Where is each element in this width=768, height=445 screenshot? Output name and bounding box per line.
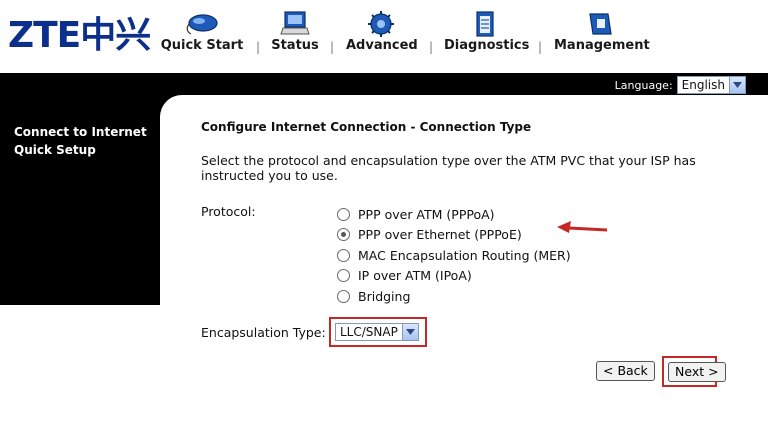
radio-label: PPP over ATM (PPPoA) [358,206,495,222]
protocol-option-pppoa[interactable]: PPP over ATM (PPPoA) [337,204,571,225]
gear-icon [368,11,394,37]
nav-label: Diagnostics [444,38,530,53]
arrow-left-icon [557,221,608,233]
folder-icon [589,13,612,35]
protocol-radio-group: PPP over ATM (PPPoA) PPP over Ethernet (… [337,204,571,307]
radio-label: Bridging [358,288,411,304]
nav-label: Advanced [346,38,418,53]
protocol-option-pppoe[interactable]: PPP over Ethernet (PPPoE) [337,225,571,246]
nav-separator: | [330,40,335,54]
mouse-icon [186,14,218,35]
protocol-option-ipoa[interactable]: IP over ATM (IPoA) [337,266,571,287]
header: ZTE中兴 Quick Start | Status | Advanced | … [0,0,768,73]
radio-button[interactable] [337,248,350,262]
nav-separator: | [256,40,261,54]
radio-button[interactable] [337,289,350,303]
protocol-option-mer[interactable]: MAC Encapsulation Routing (MER) [337,245,571,266]
radio-label: MAC Encapsulation Routing (MER) [358,247,571,263]
language-selector: Language: English [615,76,746,94]
radio-button[interactable] [337,269,350,283]
radio-label: PPP over Ethernet (PPPoE) [358,227,522,243]
encapsulation-select[interactable]: LLC/SNAP [335,323,419,341]
zte-logo: ZTE中兴 [8,15,151,56]
radio-button-selected[interactable] [337,228,350,242]
clipboard-icon [476,11,494,37]
nav-separator: | [429,40,434,54]
chevron-down-icon[interactable] [729,77,745,93]
chevron-down-icon[interactable] [401,324,418,340]
encapsulation-label: Encapsulation Type: [201,325,326,340]
nav-management[interactable]: Management [554,8,650,68]
nav-advanced[interactable]: Advanced [346,8,418,68]
nav-label: Management [554,38,650,53]
radio-button[interactable] [337,207,350,221]
nav-label: Status [271,38,319,53]
nav-diagnostics[interactable]: Diagnostics [444,8,530,68]
page-description: Select the protocol and encapsulation ty… [201,153,696,183]
language-select[interactable]: English [676,76,746,94]
language-value: English [681,78,725,92]
language-label: Language: [614,78,673,92]
nav-label: Quick Start [160,38,244,53]
radio-label: IP over ATM (IPoA) [358,268,472,284]
back-button[interactable]: < Back [596,361,655,381]
next-button[interactable]: Next > [668,362,726,382]
nav-status[interactable]: Status [270,8,320,68]
encapsulation-value: LLC/SNAP [340,325,398,339]
protocol-label: Protocol: [201,204,256,219]
protocol-option-bridging[interactable]: Bridging [337,286,571,307]
page-title: Configure Internet Connection - Connecti… [201,120,532,134]
nav-quick-start[interactable]: Quick Start [160,8,244,68]
nav-separator: | [538,40,543,54]
sidebar-title[interactable]: Connect to Internet Quick Setup [14,123,154,159]
monitor-icon [280,11,310,35]
